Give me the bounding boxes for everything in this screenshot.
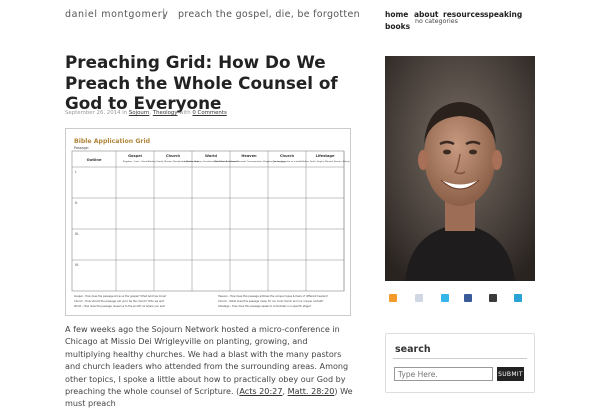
grid-column-desc: Kingdom - Cross - Grace (123, 160, 148, 163)
nav-dropdown-no-categories: no categories (415, 18, 458, 25)
grid-subtitle: Passage: (74, 146, 89, 150)
site-tagline: preach the gospel, die, be forgotten (178, 9, 360, 20)
category-separator: , (149, 110, 152, 116)
post-date: September 26, 2014 in (65, 110, 128, 116)
grid-column-header: Gospel (128, 154, 142, 158)
site-title[interactable]: daniel montgomery (65, 9, 169, 20)
vimeo-icon[interactable] (514, 294, 522, 302)
google-plus-icon[interactable] (489, 294, 497, 302)
email-icon[interactable] (415, 294, 423, 302)
scripture-link-acts[interactable]: Acts 20:27 (239, 386, 282, 396)
grid-svg: Bible Application Grid Passage: Outline G… (71, 138, 350, 308)
grid-column-desc: Children, Youth, Singles, Married, Paren… (300, 160, 350, 163)
social-icons (388, 294, 538, 306)
category-link-theology[interactable]: Theology (153, 110, 178, 116)
bible-application-grid-image[interactable]: Bible Application Grid Passage: Outline G… (65, 128, 351, 316)
facebook-icon[interactable] (464, 294, 472, 302)
grid-row-label: I. (75, 170, 77, 174)
search-widget-title: search (395, 344, 431, 355)
author-photo (385, 56, 535, 281)
grid-row-label: IV. (75, 263, 79, 267)
grid-column-header: World (205, 154, 217, 158)
comments-link[interactable]: 0 Comments (192, 110, 226, 116)
grid-footer-note: World - How does the passage reveal us t… (74, 304, 166, 308)
grid-row-label: III. (75, 232, 79, 236)
title-separator: | (162, 8, 166, 19)
grid-column-header: Church (280, 154, 295, 158)
meta-with: with (179, 110, 191, 116)
search-divider (393, 358, 527, 359)
grid-column-header: Church (166, 154, 181, 158)
twitter-icon[interactable] (441, 294, 449, 302)
grid-footer-note: Gospel - How does the passage show us th… (74, 294, 167, 298)
grid-frame (71, 150, 345, 292)
grid-title: Bible Application Grid (74, 138, 150, 145)
grid-table: Outline Gospel Kingdom - Cross - Grace Chur… (71, 150, 350, 308)
grid-row-label: II. (75, 201, 78, 205)
grid-column-header: Lifestage (316, 154, 335, 158)
search-input[interactable] (394, 367, 493, 381)
category-link-sojourn[interactable]: Sojourn (129, 110, 149, 116)
grid-footer-note: Church - What does this passage mean for… (218, 299, 324, 303)
nav-speaking[interactable]: speaking (484, 10, 522, 19)
grid-footer-note: Lifestage - How does this passage speak … (218, 304, 312, 308)
nav-books[interactable]: books (385, 22, 410, 31)
rss-icon[interactable] (389, 294, 397, 302)
nav-home[interactable]: home (385, 10, 408, 19)
grid-footer-note: Church - How should the passage call us … (74, 299, 165, 303)
grid-row-header: Outline (87, 158, 102, 162)
post-body: A few weeks ago the Sojourn Network host… (65, 323, 353, 410)
post-meta: September 26, 2014 in Sojourn, Theology … (65, 110, 227, 116)
post-title[interactable]: Preaching Grid: How Do We Preach the Who… (65, 52, 365, 114)
grid-column-header: Heaven (241, 154, 257, 158)
scripture-link-matt[interactable]: Matt. 28:20 (288, 386, 335, 396)
search-submit-button[interactable]: SUBMIT (497, 367, 524, 381)
grid-column-desc: Our congregation as a whole (273, 160, 303, 163)
search-widget (385, 333, 535, 393)
grid-footer-note: Heaven - How does this passage address t… (218, 294, 329, 298)
